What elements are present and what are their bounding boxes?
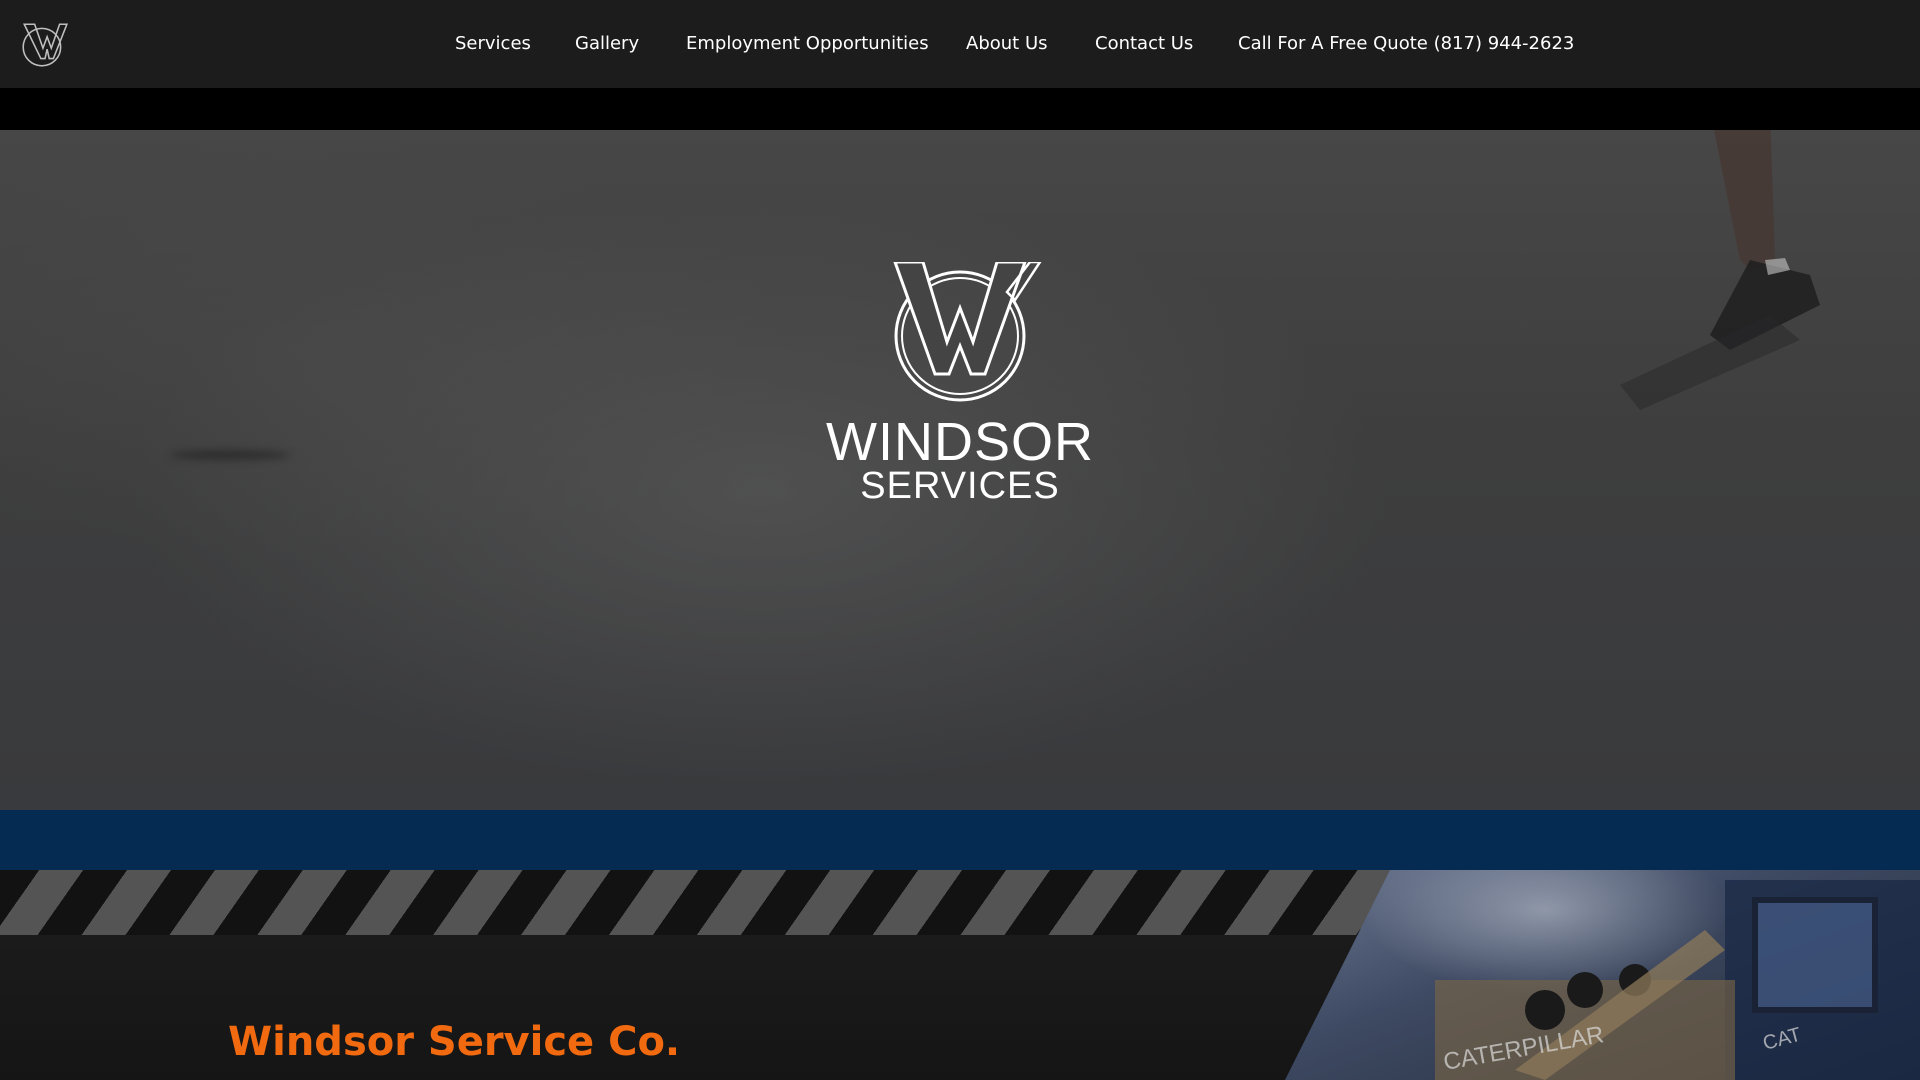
- hero-banner: WINDSOR SERVICES: [0, 130, 1920, 810]
- nav-item-services[interactable]: Services: [455, 32, 531, 56]
- nav-item-free-quote-phone[interactable]: Call For A Free Quote (817) 944-2623: [1238, 32, 1574, 56]
- hero-subtitle: SERVICES: [860, 465, 1060, 507]
- site-header: Services Gallery Employment Opportunitie…: [0, 0, 1920, 88]
- nav-item-employment-opportunities[interactable]: Employment Opportunities: [686, 32, 929, 56]
- nav-item-gallery[interactable]: Gallery: [575, 32, 639, 56]
- bulldozer-illustration: CATERPILLAR CAT: [1435, 880, 1920, 1080]
- hero-title: WINDSOR: [826, 412, 1094, 472]
- company-name-heading: Windsor Service Co.: [228, 1019, 681, 1065]
- blue-divider-band: [0, 810, 1920, 870]
- hero-background-figure: [1620, 130, 1820, 410]
- hero-background-detail: [170, 450, 290, 460]
- hazard-stripes: [0, 870, 1400, 935]
- nav-item-contact-us[interactable]: Contact Us: [1095, 32, 1193, 56]
- nav-item-about-us[interactable]: About Us: [966, 32, 1048, 56]
- bulldozer-image: CATERPILLAR CAT: [1285, 870, 1920, 1080]
- header-spacer-band: [0, 88, 1920, 130]
- main-nav: Services Gallery Employment Opportunitie…: [0, 0, 1920, 88]
